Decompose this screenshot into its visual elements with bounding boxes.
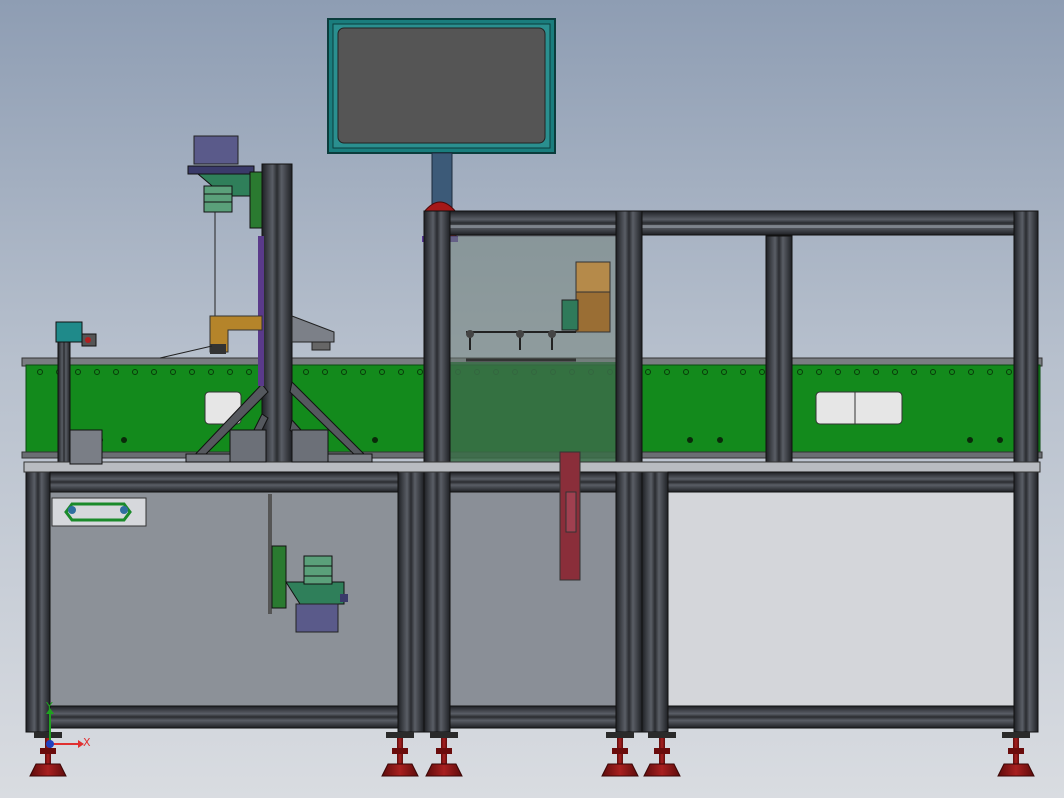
- beam-lower-left: [49, 705, 399, 729]
- beam-lower-mid: [449, 705, 617, 729]
- leveling-foot: [425, 732, 463, 777]
- conveyor-bolt: [997, 437, 1003, 443]
- foot-pad: [425, 763, 463, 777]
- cad-viewport[interactable]: X Y: [0, 0, 1064, 798]
- tower-side-bracket: [291, 315, 335, 351]
- foot-nut: [392, 748, 408, 754]
- orange-l-bracket: [209, 315, 263, 354]
- foot-pad: [381, 763, 419, 777]
- foot-nut: [436, 748, 452, 754]
- monitor-stand: [431, 152, 453, 210]
- foot-plate-top: [648, 732, 676, 738]
- foot-plate-top: [606, 732, 634, 738]
- monitor: [327, 18, 556, 210]
- monitor-screen: [337, 27, 546, 144]
- beam-table-top: [23, 461, 1041, 473]
- handle-plate: [51, 497, 147, 527]
- leveling-foot: [601, 732, 639, 777]
- foot-nut: [40, 748, 56, 754]
- conveyor-bolt: [121, 437, 127, 443]
- post-left-mid: [397, 463, 425, 733]
- foot-nut: [1008, 748, 1024, 754]
- beam-lower-right: [667, 705, 1015, 729]
- lower-panel-middle: [447, 491, 617, 707]
- foot-pad: [997, 763, 1035, 777]
- machine-drawing: [21, 18, 1043, 777]
- leveling-foot: [997, 732, 1035, 777]
- motor-top: [193, 135, 239, 165]
- conveyor-bolt: [372, 437, 378, 443]
- small-post-left: [57, 339, 71, 465]
- foot-plate-top: [386, 732, 414, 738]
- teal-corner-bracket: [55, 321, 97, 347]
- x-axis-label: X: [83, 736, 91, 749]
- leveling-foot: [643, 732, 681, 777]
- foot-nut: [612, 748, 628, 754]
- conveyor-slot-right: [815, 391, 903, 425]
- leveling-foot: [381, 732, 419, 777]
- leveling-foot: [29, 732, 67, 777]
- left-bracket-base: [69, 429, 103, 465]
- leveling-feet: [29, 732, 1035, 777]
- y-axis-label: Y: [46, 700, 53, 713]
- foot-pad: [643, 763, 681, 777]
- gripper-finger-joint: [466, 330, 474, 338]
- post-far-left: [25, 463, 51, 733]
- conveyor-bolt: [967, 437, 973, 443]
- post-right-mid: [641, 463, 669, 733]
- foot-nut: [654, 748, 670, 754]
- foot-plate-top: [34, 732, 62, 738]
- post-upper-right-inner: [765, 235, 793, 463]
- gripper-finger-joint: [548, 330, 556, 338]
- gripper-finger-joint: [516, 330, 524, 338]
- beam-upper-mid: [449, 471, 617, 493]
- foot-plate-top: [430, 732, 458, 738]
- conveyor-bolt: [687, 437, 693, 443]
- beam-upper-right: [667, 471, 1015, 493]
- beam-upper-left: [49, 471, 399, 493]
- conveyor-bolt: [717, 437, 723, 443]
- foot-pad: [29, 763, 67, 777]
- upper-beam-right: [445, 210, 1039, 236]
- foot-plate-top: [1002, 732, 1030, 738]
- red-actuator: [559, 451, 581, 581]
- lower-panel-right: [665, 491, 1015, 707]
- foot-pad: [601, 763, 639, 777]
